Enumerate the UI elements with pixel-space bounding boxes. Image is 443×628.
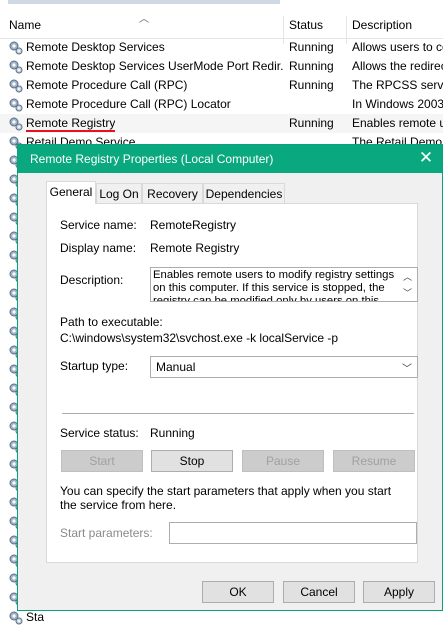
path-value: C:\windows\system32\svchost.exe -k local… (60, 331, 339, 345)
resume-button[interactable]: Resume (333, 450, 415, 472)
services-list-header: ︿ Name Status Description (0, 8, 443, 44)
description-label: Description: (60, 273, 124, 287)
start-params-label: Start parameters: (60, 526, 153, 540)
service-name: Remote Desktop Services UserMode Port Re… (26, 59, 284, 73)
service-status-label: Service status: (60, 426, 139, 440)
startup-type-select[interactable]: Manual ﹀ (150, 356, 418, 378)
service-name: Remote Procedure Call (RPC) Locator (26, 97, 231, 111)
chevron-down-icon[interactable]: ﹀ (403, 286, 412, 299)
sort-ascending-icon: ︿ (139, 14, 149, 25)
column-header-name[interactable]: Name (9, 18, 41, 32)
service-name: Remote Registry (26, 116, 116, 132)
chevron-down-icon: ﹀ (402, 364, 412, 375)
service-description: In Windows 2003 and (352, 97, 443, 111)
tab-dependencies[interactable]: Dependencies (203, 183, 285, 203)
service-row-selected[interactable]: Remote Registry Running Enables remote use… (0, 114, 443, 133)
ok-button[interactable]: OK (202, 581, 274, 603)
cancel-button[interactable]: Cancel (283, 581, 355, 603)
chevron-up-icon[interactable]: ︿ (403, 270, 412, 283)
tab-recovery[interactable]: Recovery (142, 183, 203, 203)
service-row[interactable]: Remote Desktop Services Running Allows use… (0, 38, 443, 57)
tab-general[interactable]: General (46, 181, 96, 204)
service-gear-icon (8, 97, 23, 112)
service-row[interactable]: Remote Desktop Services UserMode Port Re… (0, 57, 443, 76)
service-name-label: Service name: (60, 218, 137, 232)
dialog-titlebar[interactable]: Remote Registry Properties (Local Comput… (18, 145, 442, 173)
service-name: Remote Desktop Services (26, 40, 165, 54)
description-scrollbar[interactable]: ︿ ﹀ (400, 268, 417, 301)
path-label: Path to executable: (60, 315, 163, 329)
service-status: Running (289, 78, 334, 92)
divider (62, 413, 414, 414)
tab-log-on[interactable]: Log On (96, 183, 142, 203)
apply-button[interactable]: Apply (363, 581, 435, 603)
service-gear-icon (8, 610, 23, 625)
service-status-value: Running (150, 426, 195, 440)
service-status: Running (289, 40, 334, 54)
service-row[interactable]: Remote Procedure Call (RPC) Running The RP… (0, 76, 443, 95)
service-status: Running (289, 116, 334, 130)
horizontal-scrollbar[interactable] (0, 0, 443, 8)
description-textbox[interactable]: Enables remote users to modify registry … (150, 267, 418, 302)
service-row[interactable]: Remote Procedure Call (RPC) Locator In Wi… (0, 95, 443, 114)
service-gear-icon (8, 59, 23, 74)
service-name: Sta (26, 610, 45, 624)
scrollbar-thumb[interactable] (8, 0, 280, 4)
service-description: Allows the redirection (352, 59, 443, 73)
service-gear-icon (8, 40, 23, 55)
stop-button[interactable]: Stop (151, 450, 233, 472)
column-header-status[interactable]: Status (289, 18, 323, 32)
service-description: Enables remote users (352, 116, 443, 130)
service-description: The RPCSS service is (352, 78, 443, 92)
pause-button[interactable]: Pause (242, 450, 324, 472)
service-gear-icon (8, 78, 23, 93)
close-icon[interactable]: ✕ (416, 148, 436, 168)
service-name-value: RemoteRegistry (150, 218, 237, 232)
dialog-title: Remote Registry Properties (Local Comput… (30, 152, 274, 166)
properties-dialog: Remote Registry Properties (Local Comput… (17, 144, 443, 611)
display-name-value: Remote Registry (150, 241, 240, 255)
column-header-description[interactable]: Description (352, 18, 412, 32)
startup-type-label: Startup type: (60, 359, 129, 373)
display-name-label: Display name: (60, 241, 137, 255)
service-status: Running (289, 59, 334, 73)
start-button[interactable]: Start (61, 450, 143, 472)
service-gear-icon (8, 116, 23, 131)
service-description: Allows users to conne (352, 40, 443, 54)
start-params-input[interactable] (169, 522, 417, 544)
start-params-note: You can specify the start parameters tha… (60, 484, 392, 512)
startup-type-value: Manual (156, 360, 196, 374)
description-text: Enables remote users to modify registry … (153, 269, 395, 302)
service-name: Remote Procedure Call (RPC) (26, 78, 188, 92)
